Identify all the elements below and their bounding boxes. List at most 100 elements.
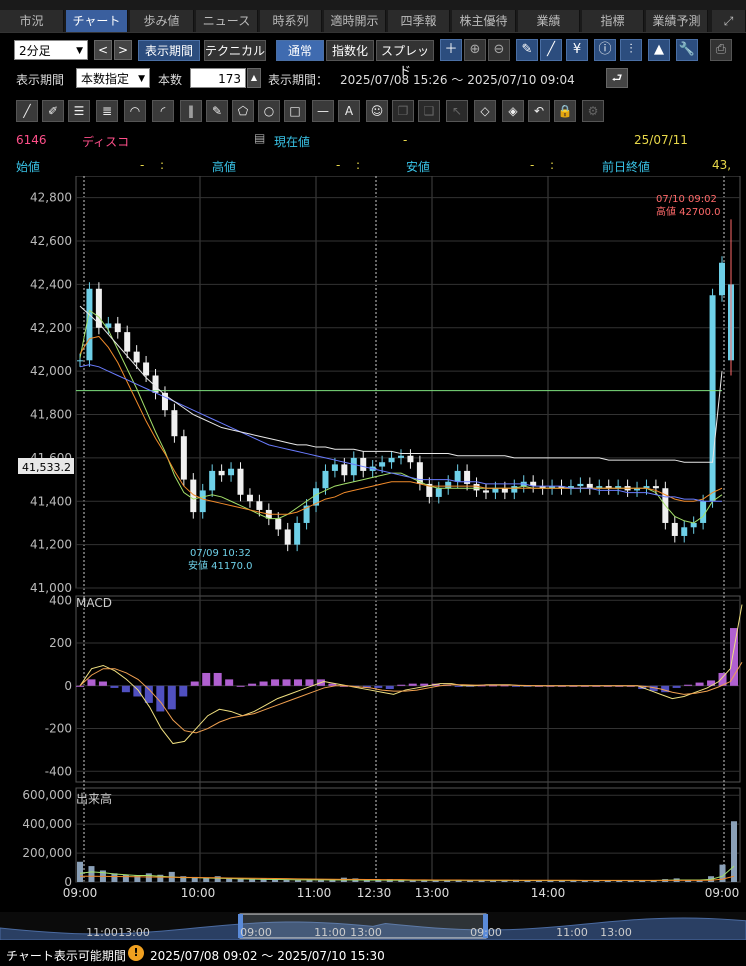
paste-icon[interactable]: ❑ [418,100,440,122]
macd-histogram-bar [248,683,257,686]
macd-line [79,662,743,734]
low-value: - [530,158,535,172]
crosshair-icon[interactable]: ＋ [440,39,462,61]
technical-button[interactable]: テクニカル [204,40,266,61]
spread-button[interactable]: スプレッド [376,40,434,78]
ruler-icon[interactable]: ✐ [42,100,64,122]
pentagon-icon[interactable]: ⬠ [232,100,254,122]
stock-chart[interactable]: 41,00041,20041,40041,60041,80042,00042,2… [0,176,746,910]
prev-button[interactable]: < [94,40,112,60]
prev-close-value: 43, [712,158,732,172]
tab-market[interactable]: 市況 [0,10,64,32]
return-icon[interactable]: ⮐ [606,68,628,88]
macd-histogram-bar [110,685,119,688]
candle-body [709,295,716,502]
low-label: 安値 [406,160,431,174]
macd-axis-label: -200 [45,722,72,736]
candle-body [246,494,253,502]
erase-all-icon[interactable]: ◈ [502,100,524,122]
period-mode-select[interactable]: 本数指定 ▼ [76,68,150,88]
macd-title: MACD [76,596,112,610]
print-icon[interactable]: ⎙ [710,39,732,61]
copy-icon[interactable]: ❐ [392,100,414,122]
index-button[interactable]: 指数化 [326,40,374,61]
drawing-toolbar: ╱ ✐ ☰ ≣ ◠ ◜ ‖ ✎ ⬠ ○ □ — A ☺ ❐ ❑ ↖ ◇ ◈ ↶ … [0,96,746,124]
candle-body [228,468,235,476]
current-price-label: 現在値 [274,135,311,149]
tab-benefits[interactable]: 株主優待 [452,10,516,32]
info-icon[interactable]: ⓘ [594,39,616,61]
rectangle-icon[interactable]: □ [284,100,306,122]
settings-icon[interactable]: ⚙ [582,100,604,122]
macd-axis-label: 400 [49,593,72,607]
circle-icon[interactable]: ○ [258,100,280,122]
eraser-icon[interactable]: ◇ [474,100,496,122]
tab-shikiho[interactable]: 四季報 [388,10,450,32]
candle-body [124,332,131,352]
macd-histogram-bar [707,680,716,686]
candle-body [209,470,216,491]
period-button[interactable]: 表示期間 [138,40,200,61]
horizontal-lines-icon[interactable]: ☰ [68,100,90,122]
navigator-scroller[interactable]: 11:00 13:00 09:00 11:00 13:00 09:00 11:00 13:00 [0,912,746,940]
candle-body [143,362,150,376]
tab-timeseries[interactable]: 時系列 [260,10,322,32]
lock-icon[interactable]: 🔒 [554,100,576,122]
pencil-icon[interactable]: ✎ [516,39,538,61]
text-icon[interactable]: A [338,100,360,122]
period-label: 表示期間 [16,73,65,87]
time-axis-label: 10:00 [181,886,216,900]
area-chart-icon[interactable]: ▲ [648,39,670,61]
tab-earnings[interactable]: 業績 [518,10,580,32]
yen-icon[interactable]: ¥ [566,39,588,61]
time-axis-label: 12:30 [357,886,392,900]
volume-panel [77,821,737,882]
draw-line-icon[interactable]: ╱ [540,39,562,61]
candle-body [586,483,593,489]
wrench-icon[interactable]: 🔧 [676,39,698,61]
time-axis-label: 09:00 [705,886,740,900]
undo-icon[interactable]: ↶ [528,100,550,122]
pointer-icon[interactable]: ↖ [446,100,468,122]
my-chart-icon[interactable]: ⫶ [620,39,642,61]
tab-news[interactable]: ニュース [196,10,258,32]
zoom-out-icon[interactable]: ⊖ [488,39,510,61]
stamp-icon[interactable]: ☺ [366,100,388,122]
hline-icon[interactable]: — [312,100,334,122]
tab-chart[interactable]: チャート [66,10,128,32]
expand-icon[interactable]: ⤢ [712,10,746,32]
macd-axis-label: -400 [45,764,72,778]
panel-frame [75,787,741,883]
count-stepper[interactable]: ▲ [247,68,261,88]
candle-body [492,488,499,493]
bars-icon[interactable]: ‖ [180,100,202,122]
brush-icon[interactable]: ✎ [206,100,228,122]
document-icon: ▤ [254,131,266,145]
macd-histogram-bar [144,685,153,703]
fan-icon[interactable]: ◠ [124,100,146,122]
normal-button[interactable]: 通常 [276,40,324,61]
tab-forecast[interactable]: 業績予測 [646,10,708,32]
candle-body [671,522,678,536]
candle-body [388,457,395,463]
price-axis-label: 41,800 [30,408,72,422]
count-input[interactable]: 173 [190,68,246,88]
candle-body [379,462,386,467]
tab-indicators[interactable]: 指標 [582,10,644,32]
multi-lines-icon[interactable]: ≣ [96,100,118,122]
zoom-in-icon[interactable]: ⊕ [464,39,486,61]
macd-histogram-bar [76,685,84,687]
arc-icon[interactable]: ◜ [152,100,174,122]
tab-tick[interactable]: 歩み値 [130,10,194,32]
tab-disclosure[interactable]: 適時開示 [324,10,386,32]
price-axis-label: 42,200 [30,321,72,335]
candle-body [86,288,93,361]
candle-body [331,464,338,471]
trendline-icon[interactable]: ╱ [16,100,38,122]
candle-body [294,522,301,545]
macd-histogram-bar [121,685,130,693]
volume-bar [731,821,737,882]
stock-name: ディスコ [82,135,130,149]
interval-select[interactable]: 2分足 ▼ [14,40,88,60]
next-button[interactable]: > [114,40,132,60]
